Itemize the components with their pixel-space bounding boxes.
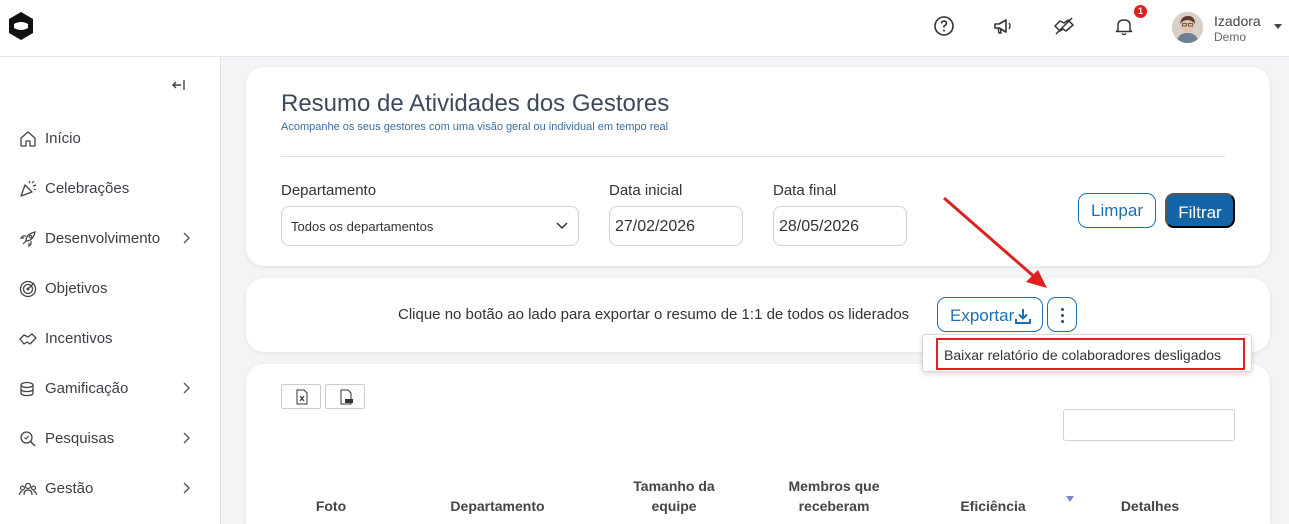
rocket-icon xyxy=(19,231,36,248)
search-survey-icon xyxy=(20,431,36,447)
clear-button[interactable]: Limpar xyxy=(1078,193,1156,228)
bell-icon[interactable] xyxy=(1112,14,1136,38)
more-options-button[interactable] xyxy=(1047,297,1077,332)
handshake-icon[interactable] xyxy=(1052,14,1076,38)
page-title: Resumo de Atividades dos Gestores xyxy=(281,90,670,117)
start-date-label: Data inicial xyxy=(609,182,683,199)
menu-item-label: Baixar relatório de colaboradores deslig… xyxy=(944,347,1222,363)
column-header-departamento[interactable]: Departamento xyxy=(420,496,575,516)
megaphone-icon[interactable] xyxy=(991,14,1015,38)
export-button[interactable]: Exportar xyxy=(937,297,1043,332)
more-dot xyxy=(1061,308,1064,311)
sidebar-item-incentivos[interactable]: Incentivos xyxy=(0,323,220,353)
top-bar: 1 Izadora Demo xyxy=(0,0,1289,57)
handshake-icon xyxy=(19,333,37,345)
divider xyxy=(281,156,1225,157)
sidebar-item-pesquisas[interactable]: Pesquisas xyxy=(0,423,220,453)
target-icon xyxy=(19,280,37,298)
chevron-right-icon xyxy=(183,432,190,444)
annotation-arrow-icon xyxy=(943,196,1047,288)
page-subtitle: Acompanhe os seus gestores com uma visão… xyxy=(281,121,669,133)
sidebar: Início Celebrações Desenvolvimento Objet… xyxy=(0,57,221,524)
menu-item-download-terminated-report[interactable]: Baixar relatório de colaboradores deslig… xyxy=(936,338,1245,370)
department-select-value: Todos os departamentos xyxy=(291,219,434,234)
sidebar-item-gestao[interactable]: Gestão xyxy=(0,473,220,503)
export-description: Clique no botão ao lado para exportar o … xyxy=(398,306,910,323)
sidebar-item-label: Gamificação xyxy=(45,380,129,397)
user-menu-caret-icon[interactable] xyxy=(1274,24,1282,29)
end-date-label: Data final xyxy=(773,182,837,199)
chevron-down-icon xyxy=(556,222,568,230)
column-header-membros[interactable]: Membros que receberam xyxy=(774,476,894,516)
column-header-tamanho-equipe[interactable]: Tamanho da equipe xyxy=(619,476,729,516)
column-header-detalhes[interactable]: Detalhes xyxy=(1105,496,1195,516)
end-date-input[interactable]: 28/05/2026 xyxy=(773,206,907,246)
more-options-menu: Baixar relatório de colaboradores deslig… xyxy=(922,334,1252,372)
department-label: Departamento xyxy=(281,182,377,199)
home-icon xyxy=(20,131,36,147)
sort-desc-icon[interactable] xyxy=(1066,496,1074,502)
start-date-value: 27/02/2026 xyxy=(615,218,696,235)
collapse-sidebar-icon[interactable] xyxy=(171,77,187,93)
table-search-input[interactable] xyxy=(1063,409,1235,441)
people-icon xyxy=(18,482,38,496)
sidebar-item-label: Incentivos xyxy=(45,330,113,347)
chevron-right-icon xyxy=(183,232,190,244)
sidebar-item-inicio[interactable]: Início xyxy=(0,123,220,153)
sidebar-item-gamificacao[interactable]: Gamificação xyxy=(0,373,220,403)
sidebar-item-label: Pesquisas xyxy=(45,430,115,447)
party-icon xyxy=(20,180,37,197)
excel-file-icon xyxy=(296,389,308,405)
export-button-label: Exportar xyxy=(950,306,1015,325)
chevron-right-icon xyxy=(183,482,190,494)
notification-badge: 1 xyxy=(1134,5,1147,18)
app-logo-icon[interactable] xyxy=(7,11,35,41)
export-excel-button[interactable] xyxy=(281,384,321,409)
avatar[interactable] xyxy=(1172,12,1203,43)
start-date-input[interactable]: 27/02/2026 xyxy=(609,206,743,246)
more-dot xyxy=(1061,314,1064,317)
download-icon xyxy=(1015,309,1031,324)
sidebar-item-label: Gestão xyxy=(45,480,94,497)
more-dot xyxy=(1061,320,1064,323)
help-icon[interactable] xyxy=(932,14,956,38)
sidebar-item-label: Desenvolvimento xyxy=(45,230,161,247)
sidebar-item-desenvolvimento[interactable]: Desenvolvimento xyxy=(0,223,220,253)
column-header-eficiencia[interactable]: Eficiência xyxy=(943,496,1043,516)
user-role: Demo xyxy=(1214,30,1247,44)
user-name[interactable]: Izadora xyxy=(1214,13,1261,29)
filter-button[interactable]: Filtrar xyxy=(1165,193,1235,228)
pdf-file-icon xyxy=(340,389,353,405)
department-select[interactable]: Todos os departamentos xyxy=(281,206,579,246)
sidebar-item-objetivos[interactable]: Objetivos xyxy=(0,273,220,303)
coins-icon xyxy=(20,381,34,397)
end-date-value: 28/05/2026 xyxy=(779,218,860,235)
sidebar-item-label: Celebrações xyxy=(45,180,130,197)
chevron-right-icon xyxy=(183,382,190,394)
sidebar-item-label: Início xyxy=(45,130,81,147)
export-pdf-button[interactable] xyxy=(325,384,365,409)
sidebar-item-celebracoes[interactable]: Celebrações xyxy=(0,173,220,203)
sidebar-item-label: Objetivos xyxy=(45,280,108,297)
column-header-foto[interactable]: Foto xyxy=(301,496,361,516)
